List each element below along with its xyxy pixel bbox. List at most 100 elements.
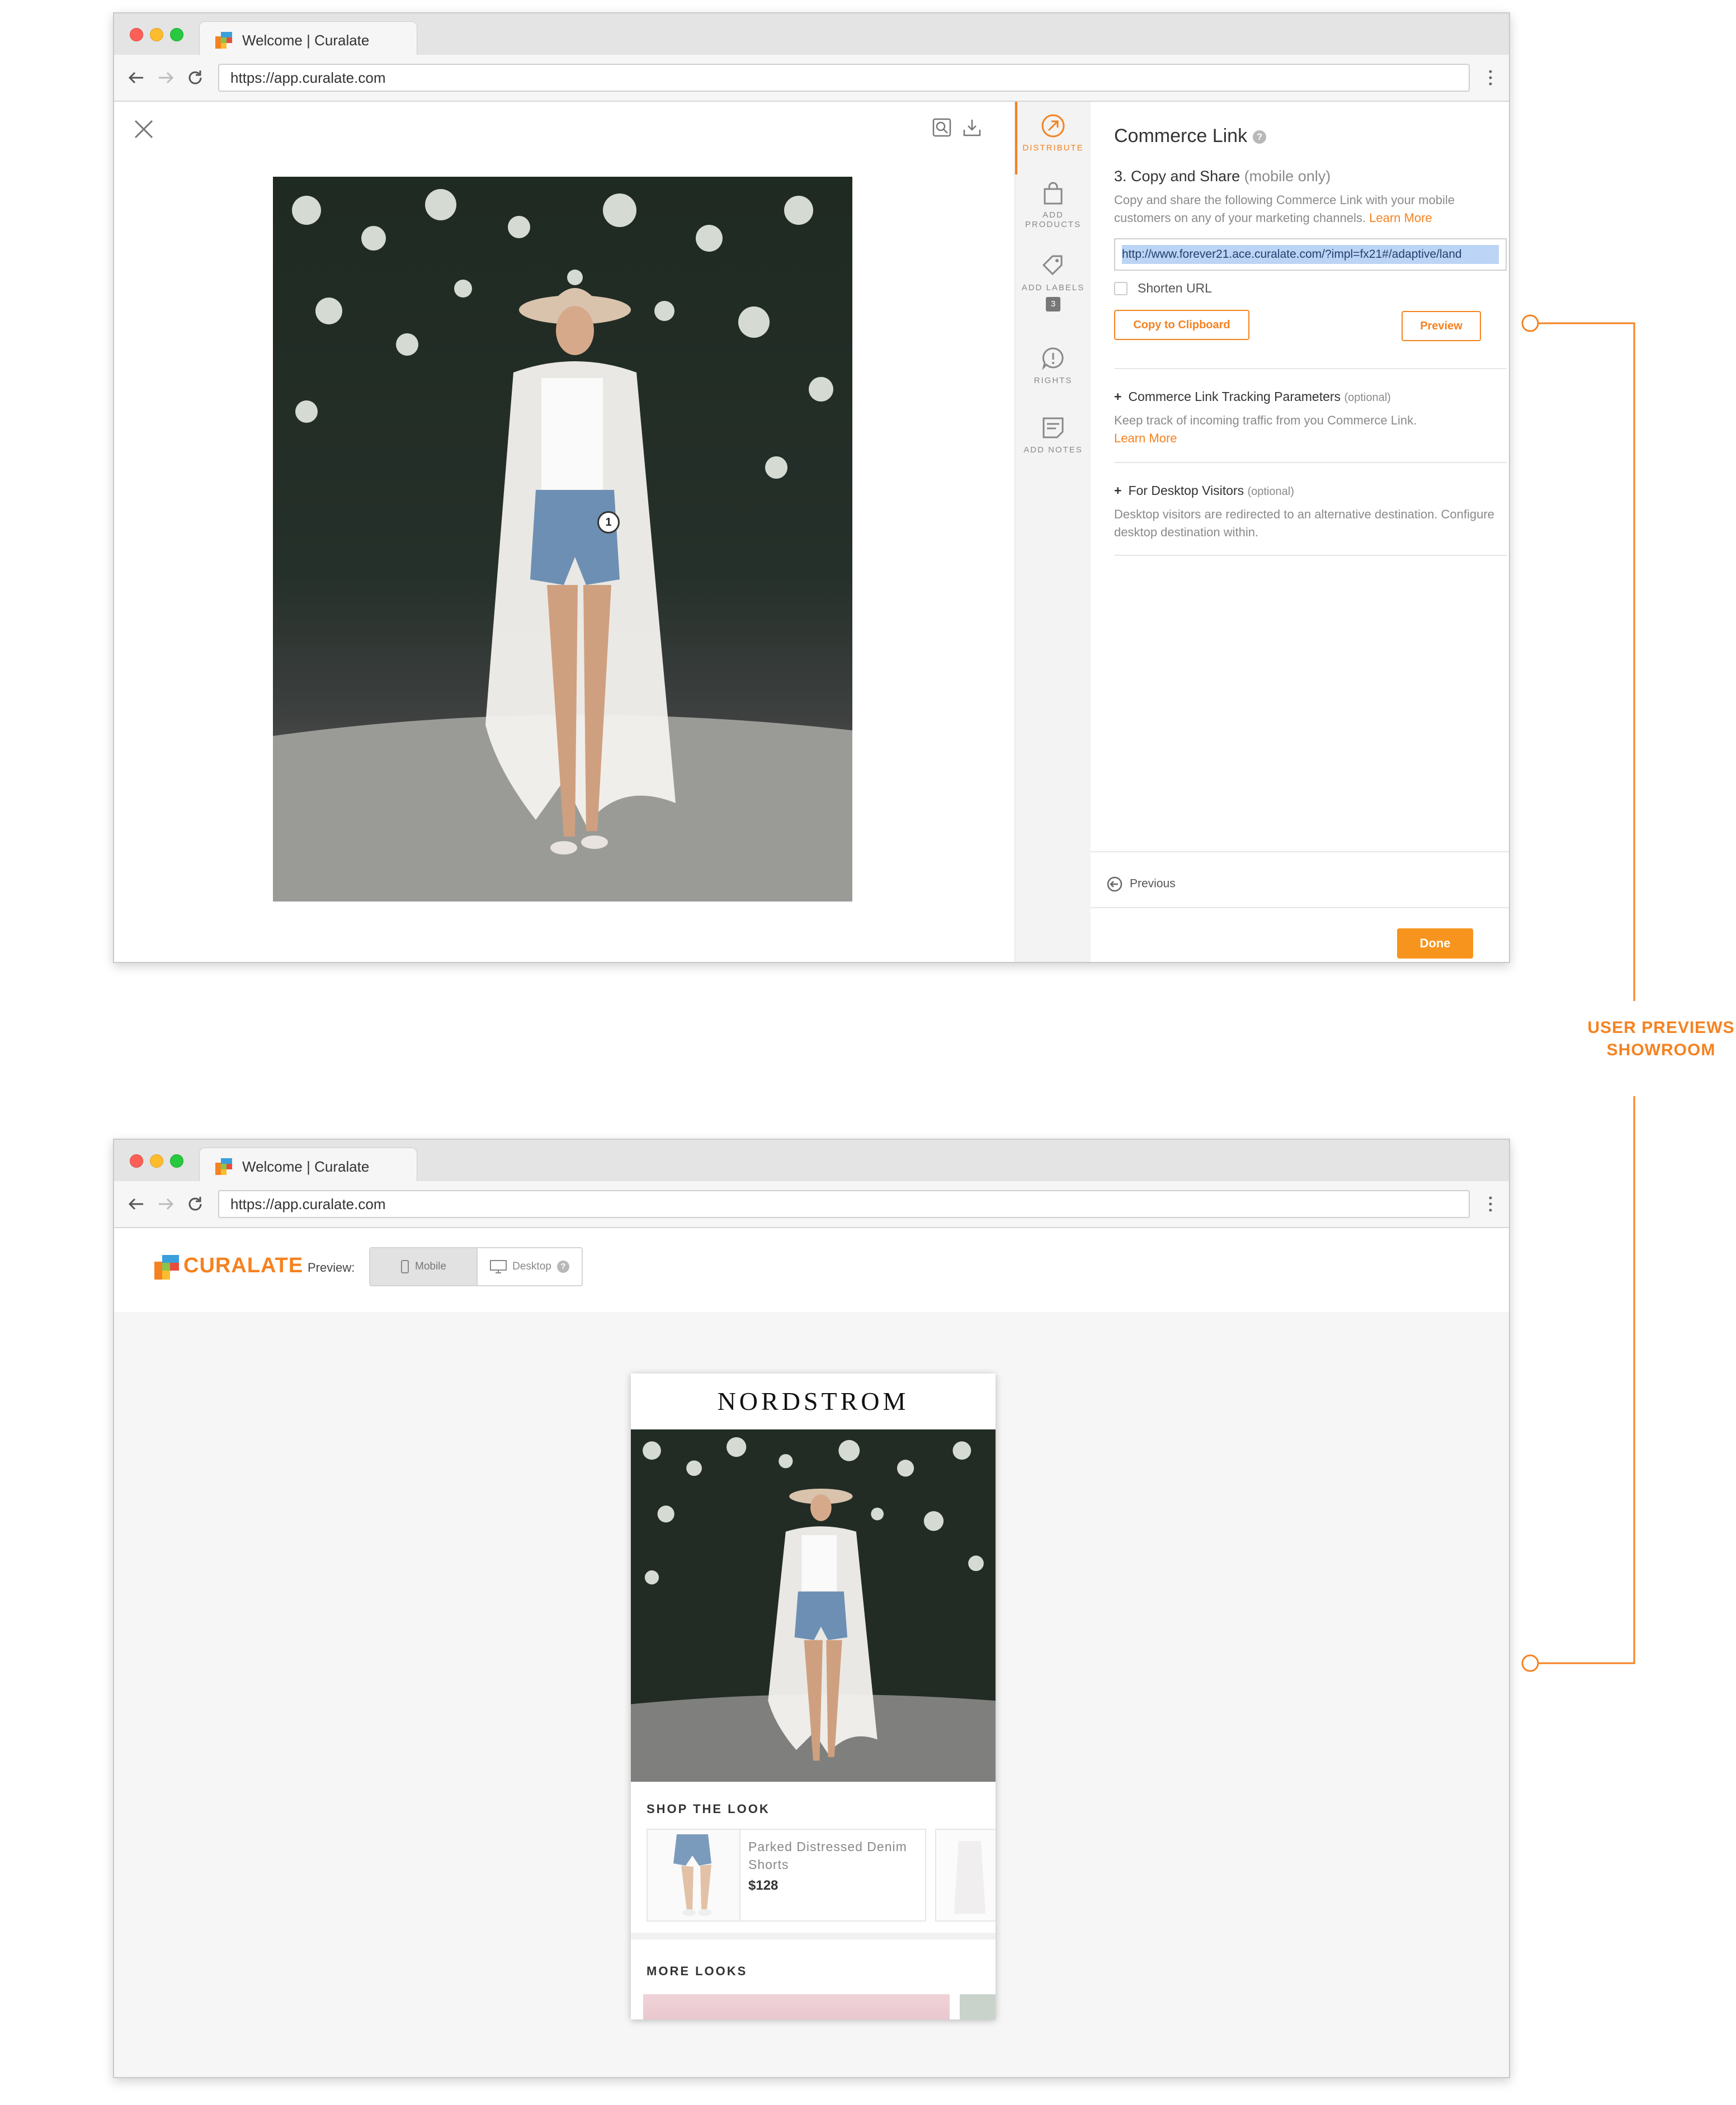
learn-more-link[interactable]: Learn More — [1369, 211, 1432, 225]
labels-count-badge: 3 — [1046, 297, 1060, 311]
rail-label-add-notes: ADD NOTES — [1023, 445, 1083, 455]
preview-label: Preview: — [308, 1261, 355, 1275]
copy-to-clipboard-button[interactable]: Copy to Clipboard — [1114, 310, 1249, 340]
mobile-option[interactable]: Mobile — [370, 1248, 477, 1285]
product-card[interactable]: Parked Distressed Denim Shorts $128 — [647, 1829, 926, 1922]
desktop-option[interactable]: Desktop? — [477, 1248, 582, 1285]
tool-rail: DISTRIBUTE ADD PRODUCTS ADD LABELS 3 RIG… — [1015, 102, 1091, 962]
tracking-description: Keep track of incoming traffic from you … — [1114, 413, 1417, 445]
plus-icon: + — [1114, 483, 1122, 498]
browser-tab-bar: Welcome | Curalate — [114, 13, 1509, 56]
back-arrow-icon[interactable] — [126, 1195, 145, 1214]
fashion-photo-illustration — [631, 1429, 996, 1782]
minimize-window-button[interactable] — [150, 28, 163, 41]
look-photo — [631, 1429, 996, 1782]
annotation-connector — [1521, 314, 1635, 1672]
desktop-visitors-description: Desktop visitors are redirected to an al… — [1114, 507, 1494, 539]
browser-window-showroom: Welcome | Curalate https://app.curalate.… — [113, 1139, 1510, 2078]
footer-divider — [1091, 851, 1509, 852]
product-price: $128 — [748, 1878, 779, 1893]
window-controls — [130, 1154, 183, 1168]
rail-item-rights[interactable]: RIGHTS — [1015, 346, 1091, 385]
section-separator — [631, 1933, 996, 1939]
help-icon[interactable]: ? — [556, 1260, 569, 1273]
back-circle-icon — [1107, 876, 1122, 892]
shorten-url-checkbox[interactable] — [1114, 282, 1128, 295]
curalate-logo-icon — [154, 1255, 179, 1280]
mobile-preview-frame: NORDSTROM SHOP THE LOOK Parked Distresse… — [631, 1374, 996, 2019]
rail-item-add-products[interactable]: ADD PRODUCTS — [1015, 180, 1091, 229]
commerce-link-panel: Commerce Link? 3. Copy and Share (mobile… — [1091, 102, 1509, 962]
product-card[interactable] — [935, 1829, 996, 1922]
rail-item-add-labels[interactable]: ADD LABELS 3 — [1015, 253, 1091, 311]
shop-the-look-heading: SHOP THE LOOK — [647, 1802, 770, 1816]
previous-button[interactable]: Previous — [1106, 876, 1176, 893]
footer-divider — [1091, 907, 1509, 908]
product-photo: 1 — [273, 177, 852, 902]
close-window-button[interactable] — [130, 28, 143, 41]
browser-tab-bar: Welcome | Curalate — [114, 1140, 1509, 1182]
tracking-learn-more-link[interactable]: Learn More — [1114, 431, 1177, 445]
notes-icon — [1042, 417, 1064, 438]
forward-arrow-icon[interactable] — [157, 1195, 176, 1214]
showroom-header: CURALATE Preview: Mobile Desktop? — [114, 1228, 1509, 1312]
minimize-window-button[interactable] — [150, 1154, 163, 1168]
alert-bubble-icon — [1042, 347, 1064, 370]
desktop-visitors-toggle[interactable]: + For Desktop Visitors (optional) — [1114, 483, 1294, 498]
browser-window-editor: Welcome | Curalate https://app.curalate.… — [113, 12, 1510, 963]
maximize-window-button[interactable] — [170, 28, 183, 41]
curalate-logo-text: CURALATE — [183, 1254, 304, 1277]
product-name: Parked Distressed Denim Shorts — [748, 1839, 907, 1872]
fashion-photo-illustration — [273, 177, 852, 902]
more-look-thumbnail[interactable] — [960, 1994, 996, 2019]
product-thumbnail — [648, 1830, 740, 1920]
back-arrow-icon[interactable] — [126, 68, 145, 87]
commerce-link-value: http://www.forever21.ace.curalate.com/?i… — [1122, 245, 1499, 264]
browser-tab[interactable]: Welcome | Curalate — [199, 1148, 417, 1182]
panel-title: Commerce Link? — [1114, 125, 1267, 147]
divider — [1114, 555, 1507, 556]
close-window-button[interactable] — [130, 1154, 143, 1168]
tab-title: Welcome | Curalate — [242, 1158, 370, 1175]
showroom-content: CURALATE Preview: Mobile Desktop? NORDST… — [114, 1228, 1509, 2077]
tracking-params-toggle[interactable]: + Commerce Link Tracking Parameters (opti… — [1114, 389, 1391, 404]
url-field[interactable]: https://app.curalate.com — [218, 1190, 1470, 1218]
more-looks-heading: MORE LOOKS — [647, 1964, 748, 1978]
product-tag-marker[interactable]: 1 — [597, 511, 620, 534]
curalate-favicon-icon — [215, 32, 232, 49]
monitor-icon — [490, 1259, 507, 1273]
forward-arrow-icon[interactable] — [157, 68, 176, 87]
commerce-link-field[interactable]: http://www.forever21.ace.curalate.com/?i… — [1114, 238, 1507, 271]
preview-mode-toggle: Mobile Desktop? — [369, 1247, 583, 1286]
distribute-icon — [1041, 114, 1065, 138]
tab-title: Welcome | Curalate — [242, 32, 370, 49]
browser-tab[interactable]: Welcome | Curalate — [199, 21, 417, 56]
rail-label-distribute: DISTRIBUTE — [1022, 143, 1084, 153]
reload-icon[interactable] — [186, 68, 205, 87]
tag-icon — [1042, 255, 1063, 276]
kebab-menu-icon[interactable] — [1488, 68, 1493, 87]
curalate-favicon-icon — [215, 1158, 232, 1175]
shorten-url-label: Shorten URL — [1138, 281, 1212, 295]
shopping-bag-icon — [1044, 182, 1063, 205]
product-thumbnail — [936, 1830, 996, 1920]
zoom-icon[interactable] — [932, 117, 952, 138]
url-field[interactable]: https://app.curalate.com — [218, 64, 1470, 92]
rail-label-add-labels: ADD LABELS — [1021, 283, 1085, 292]
brand-logo: NORDSTROM — [717, 1387, 909, 1415]
step-heading: 3. Copy and Share (mobile only) — [1114, 168, 1331, 185]
divider — [1114, 462, 1507, 463]
more-look-thumbnail[interactable] — [643, 1994, 950, 2019]
address-bar-row: https://app.curalate.com — [114, 1181, 1509, 1228]
window-controls — [130, 28, 183, 41]
rail-item-add-notes[interactable]: ADD NOTES — [1015, 415, 1091, 455]
download-icon[interactable] — [962, 117, 982, 138]
rail-item-distribute[interactable]: DISTRIBUTE — [1015, 113, 1091, 153]
rail-label-rights: RIGHTS — [1034, 376, 1073, 385]
rail-label-add-products: ADD PRODUCTS — [1025, 210, 1082, 229]
help-icon[interactable]: ? — [1253, 130, 1267, 144]
close-icon[interactable] — [133, 119, 154, 140]
preview-canvas: NORDSTROM SHOP THE LOOK Parked Distresse… — [114, 1312, 1509, 2077]
reload-icon[interactable] — [186, 1195, 205, 1214]
maximize-window-button[interactable] — [170, 1154, 183, 1168]
